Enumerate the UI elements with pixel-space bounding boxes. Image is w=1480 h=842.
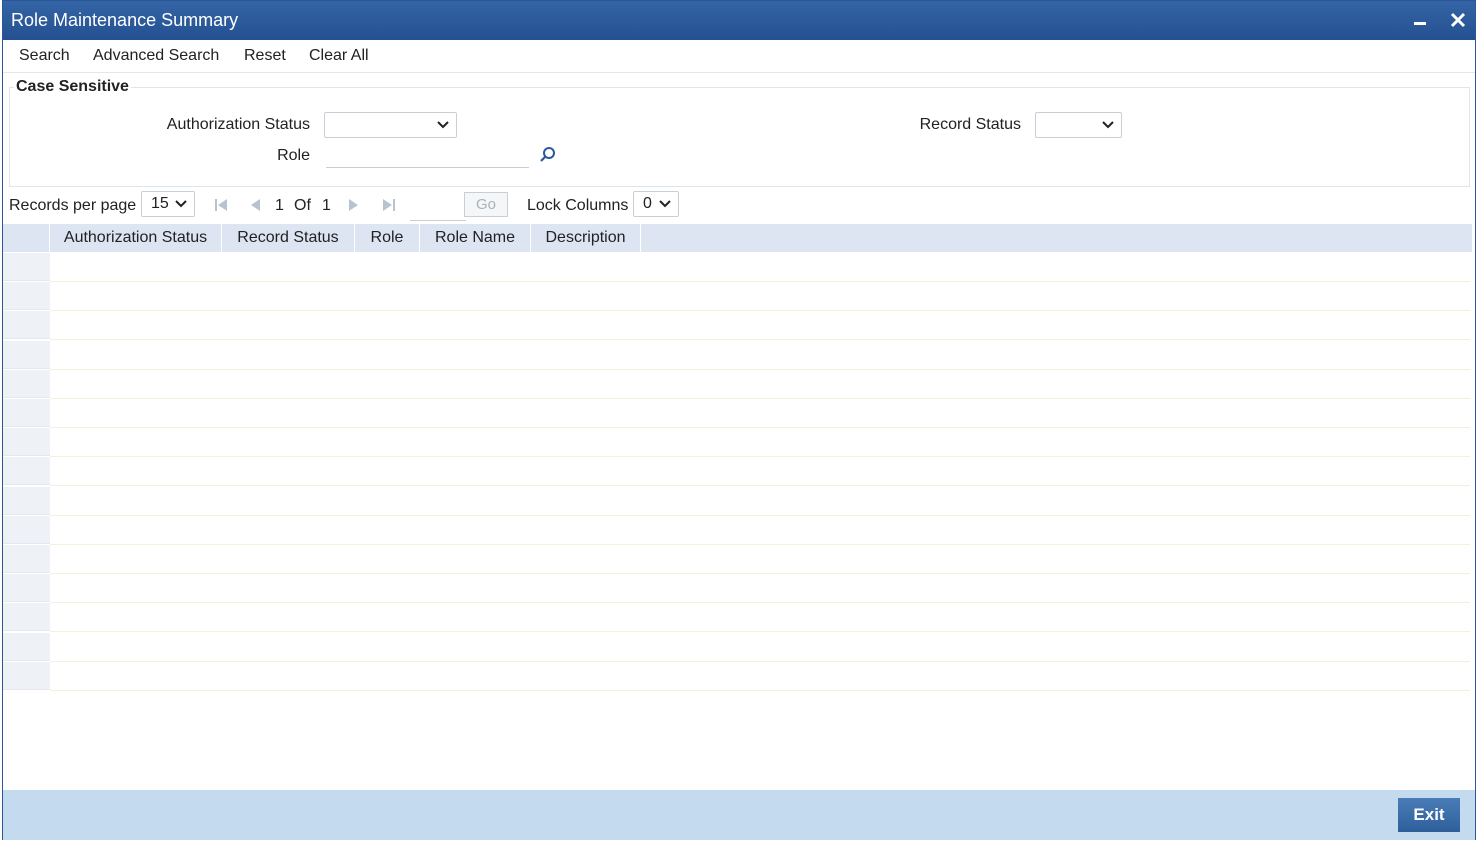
records-per-page-select[interactable]: 15 [141,191,195,217]
row-selector[interactable] [3,661,50,690]
lock-columns-label: Lock Columns [527,197,629,214]
table-row[interactable] [50,662,1470,691]
role-maintenance-summary-window: Role Maintenance Summary Search Advanced… [2,0,1476,840]
row-selector[interactable] [3,340,50,369]
records-per-page-label: Records per page [9,197,137,214]
column-role-name[interactable]: Role Name [420,224,531,252]
exit-button[interactable]: Exit [1398,798,1460,832]
row-selector[interactable] [3,311,50,340]
chevron-down-icon [659,200,671,208]
record-status-select[interactable] [1035,112,1122,138]
previous-page-icon[interactable] [247,196,265,214]
search-button[interactable]: Search [19,47,70,65]
close-icon[interactable] [1447,9,1469,31]
reset-button[interactable]: Reset [244,47,286,65]
chevron-down-icon [175,200,187,208]
table-row[interactable] [50,487,1470,516]
chevron-down-icon [1102,121,1114,129]
table-row[interactable] [50,370,1470,399]
current-page: 1 [275,197,284,214]
authorization-status-select[interactable] [324,112,457,138]
table-row[interactable] [50,603,1470,633]
window-title: Role Maintenance Summary [11,10,239,30]
record-status-label: Record Status [919,116,1021,133]
column-description[interactable]: Description [531,224,641,252]
role-label: Role [277,147,310,164]
table-row[interactable] [50,574,1470,604]
clear-all-button[interactable]: Clear All [309,47,369,65]
go-to-page-input[interactable] [410,192,466,221]
of-label: Of [294,197,311,214]
table-row[interactable] [50,311,1470,341]
authorization-status-label: Authorization Status [166,116,310,133]
table-row[interactable] [50,282,1470,312]
row-selector[interactable] [3,515,50,544]
grid-header: Authorization Status Record Status Role … [3,224,1472,252]
last-page-icon[interactable] [380,196,398,214]
first-page-icon[interactable] [212,196,230,214]
case-sensitive-legend: Case Sensitive [14,78,131,96]
advanced-search-button[interactable]: Advanced Search [93,47,219,65]
select-all-column[interactable] [3,224,50,252]
row-selector[interactable] [3,457,50,486]
table-row[interactable] [50,253,1470,282]
next-page-icon[interactable] [344,196,362,214]
table-row[interactable] [50,341,1470,370]
column-role[interactable]: Role [355,224,420,252]
total-pages: 1 [322,197,331,214]
go-button[interactable]: Go [464,192,508,217]
row-selector[interactable] [3,428,50,457]
row-selector[interactable] [3,632,50,661]
table-row[interactable] [50,545,1470,574]
footer-bar: Exit [3,790,1475,840]
table-row[interactable] [50,399,1470,428]
pagination-bar: Records per page 15 1 Of 1 Go Lock Colum… [3,188,1475,222]
table-row[interactable] [50,457,1470,487]
search-icon[interactable] [539,146,557,164]
row-selector[interactable] [3,369,50,398]
minimize-icon[interactable] [1409,9,1431,31]
role-input[interactable] [326,144,529,168]
search-criteria-panel [9,87,1470,187]
row-selector[interactable] [3,545,50,573]
title-bar: Role Maintenance Summary [3,1,1475,40]
row-selector[interactable] [3,399,50,427]
chevron-down-icon [437,121,449,129]
table-row[interactable] [50,428,1470,458]
column-authorization-status[interactable]: Authorization Status [50,224,222,252]
table-row[interactable] [50,516,1470,545]
row-selector[interactable] [3,282,50,311]
toolbar: Search Advanced Search Reset Clear All [3,40,1475,73]
column-record-status[interactable]: Record Status [222,224,355,252]
row-selector[interactable] [3,486,50,515]
table-row[interactable] [50,633,1470,662]
row-selector[interactable] [3,253,50,281]
row-selector[interactable] [3,603,50,632]
lock-columns-select[interactable]: 0 [633,191,679,217]
row-selector[interactable] [3,574,50,603]
